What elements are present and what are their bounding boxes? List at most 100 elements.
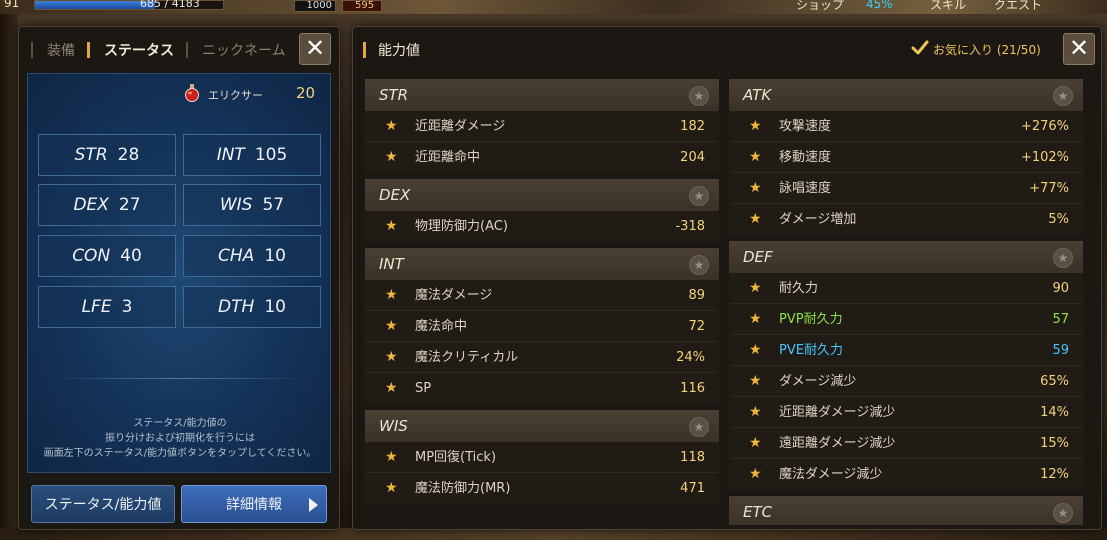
close-icon: ✕ (1068, 34, 1090, 62)
ability-value: 5% (1048, 212, 1069, 227)
header-marker (363, 42, 366, 58)
section-title: ETC (743, 503, 773, 521)
ability-row: ★ 近距離ダメージ 182 (365, 111, 719, 142)
star-icon[interactable]: ★ (385, 473, 398, 504)
ability-value: 57 (1052, 312, 1069, 327)
ability-value: 118 (680, 450, 705, 465)
stat-name: WIS (219, 195, 253, 215)
status-panel: 装備 ステータス ニックネーム ✕ エリクサー 20 STR 28 INT 105 … (18, 26, 340, 530)
star-icon[interactable]: ★ (749, 366, 762, 397)
star-icon[interactable]: ★ (749, 304, 762, 335)
stat-dth: DTH 10 (183, 286, 321, 328)
section-header: ETC ★ (729, 496, 1083, 525)
ability-value: 471 (680, 481, 705, 496)
favorite-count: お気に入り (21/50) (933, 43, 1041, 57)
stat-value: 57 (262, 195, 285, 215)
tab-nickname[interactable]: ニックネーム (202, 40, 286, 60)
ability-column-left: STR ★ ★ 近距離ダメージ 182 ★ 近距離命中 204 DEX ★ ★ 物理防御力(AC) -3… (365, 79, 719, 510)
ability-close-button[interactable]: ✕ (1063, 33, 1095, 65)
ability-label: ダメージ減少 (779, 374, 857, 389)
divider (48, 378, 312, 379)
stat-value: 10 (264, 246, 286, 266)
star-icon[interactable]: ★ (385, 111, 398, 142)
ability-label: 近距離命中 (415, 150, 481, 165)
stat-value: 40 (120, 246, 142, 266)
ability-value: 15% (1040, 436, 1069, 451)
star-icon[interactable]: ★ (749, 204, 762, 235)
status-hint-text: ステータス/能力値の 振り分けおよび初期化を行うには 画面左下のステータス/能力… (38, 416, 322, 461)
ability-label: ダメージ増加 (779, 212, 857, 227)
star-icon[interactable]: ★ (749, 459, 762, 490)
ability-value: 24% (676, 350, 705, 365)
close-icon: ✕ (304, 34, 326, 62)
hud-counter-1: 1000 (294, 0, 336, 12)
star-circle-icon[interactable]: ★ (689, 86, 709, 106)
ability-column-right: ATK ★ ★ 攻撃速度 +276% ★ 移動速度 +102% ★ 詠唱速度 +77% ★ ダメージ増加… (729, 79, 1083, 525)
hud-menu-shop[interactable]: ショップ (796, 0, 844, 13)
star-icon[interactable]: ★ (749, 111, 762, 142)
favorite-check-icon[interactable] (911, 39, 929, 57)
stat-name: DEX (73, 195, 109, 215)
detail-info-button[interactable]: 詳細情報 (181, 485, 327, 523)
ability-row: ★ 近距離命中 204 (365, 142, 719, 173)
ability-row: ★ 攻撃速度 +276% (729, 111, 1083, 142)
stat-value: 27 (118, 195, 141, 215)
ability-row: ★ 魔法命中 72 (365, 311, 719, 342)
hp-text: 685 / 4183 (140, 0, 200, 10)
ability-label: 魔法ダメージ減少 (779, 467, 883, 482)
hud-menu-skill[interactable]: スキル (930, 0, 966, 13)
section-title: DEX (379, 186, 411, 204)
star-icon[interactable]: ★ (749, 142, 762, 173)
star-circle-icon[interactable]: ★ (1053, 248, 1073, 268)
ability-section-dex: DEX ★ ★ 物理防御力(AC) -318 (365, 179, 719, 242)
ability-value: +276% (1020, 119, 1069, 134)
star-icon[interactable]: ★ (749, 397, 762, 428)
star-icon[interactable]: ★ (385, 373, 398, 404)
ability-list[interactable]: STR ★ ★ 近距離ダメージ 182 ★ 近距離命中 204 DEX ★ ★ 物理防御力(AC) -3… (365, 79, 1095, 525)
tab-equipment[interactable]: 装備 (47, 40, 75, 60)
ability-label: 耐久力 (779, 281, 819, 296)
ability-value: 90 (1052, 281, 1069, 296)
star-icon[interactable]: ★ (385, 342, 398, 373)
star-circle-icon[interactable]: ★ (689, 255, 709, 275)
stat-name: INT (216, 145, 245, 165)
tab-status[interactable]: ステータス (104, 40, 174, 60)
ability-label: 魔法命中 (415, 319, 468, 334)
hud-menu-quest[interactable]: クエスト (994, 0, 1042, 13)
stat-value: 3 (121, 297, 133, 317)
star-circle-icon[interactable]: ★ (1053, 503, 1073, 523)
ability-label: PVE耐久力 (779, 343, 843, 358)
ability-label: MP回復(Tick) (415, 450, 497, 465)
star-circle-icon[interactable]: ★ (689, 417, 709, 437)
ability-label: 魔法防御力(MR) (415, 481, 511, 496)
stat-name: DTH (218, 297, 255, 317)
ability-value: -318 (675, 219, 705, 234)
ability-value: +102% (1020, 150, 1069, 165)
star-icon[interactable]: ★ (385, 442, 398, 473)
ability-section-str: STR ★ ★ 近距離ダメージ 182 ★ 近距離命中 204 (365, 79, 719, 173)
stat-name: CON (72, 246, 111, 266)
ability-row: ★ 詠唱速度 +77% (729, 173, 1083, 204)
hint-line: 画面左下のステータス/能力値ボタンをタップしてください。 (43, 448, 317, 459)
ability-row: ★ SP 116 (365, 373, 719, 404)
player-level: 91 (4, 0, 20, 10)
stat-dex: DEX 27 (38, 184, 176, 226)
star-circle-icon[interactable]: ★ (1053, 86, 1073, 106)
status-close-button[interactable]: ✕ (299, 33, 331, 65)
stat-lfe: LFE 3 (38, 286, 176, 328)
star-icon[interactable]: ★ (749, 273, 762, 304)
ability-section-wis: WIS ★ ★ MP回復(Tick) 118 ★ 魔法防御力(MR) 471 (365, 410, 719, 504)
star-icon[interactable]: ★ (749, 173, 762, 204)
status-allocate-button[interactable]: ステータス/能力値 (31, 485, 175, 523)
star-icon[interactable]: ★ (385, 311, 398, 342)
stat-value: 28 (117, 145, 140, 165)
elixir-label: エリクサー (208, 89, 263, 102)
star-icon[interactable]: ★ (749, 335, 762, 366)
star-icon[interactable]: ★ (385, 211, 398, 242)
ability-row: ★ 遠距離ダメージ減少 15% (729, 428, 1083, 459)
ability-label: PVP耐久力 (779, 312, 843, 327)
star-icon[interactable]: ★ (385, 142, 398, 173)
star-icon[interactable]: ★ (749, 428, 762, 459)
star-icon[interactable]: ★ (385, 280, 398, 311)
star-circle-icon[interactable]: ★ (689, 186, 709, 206)
